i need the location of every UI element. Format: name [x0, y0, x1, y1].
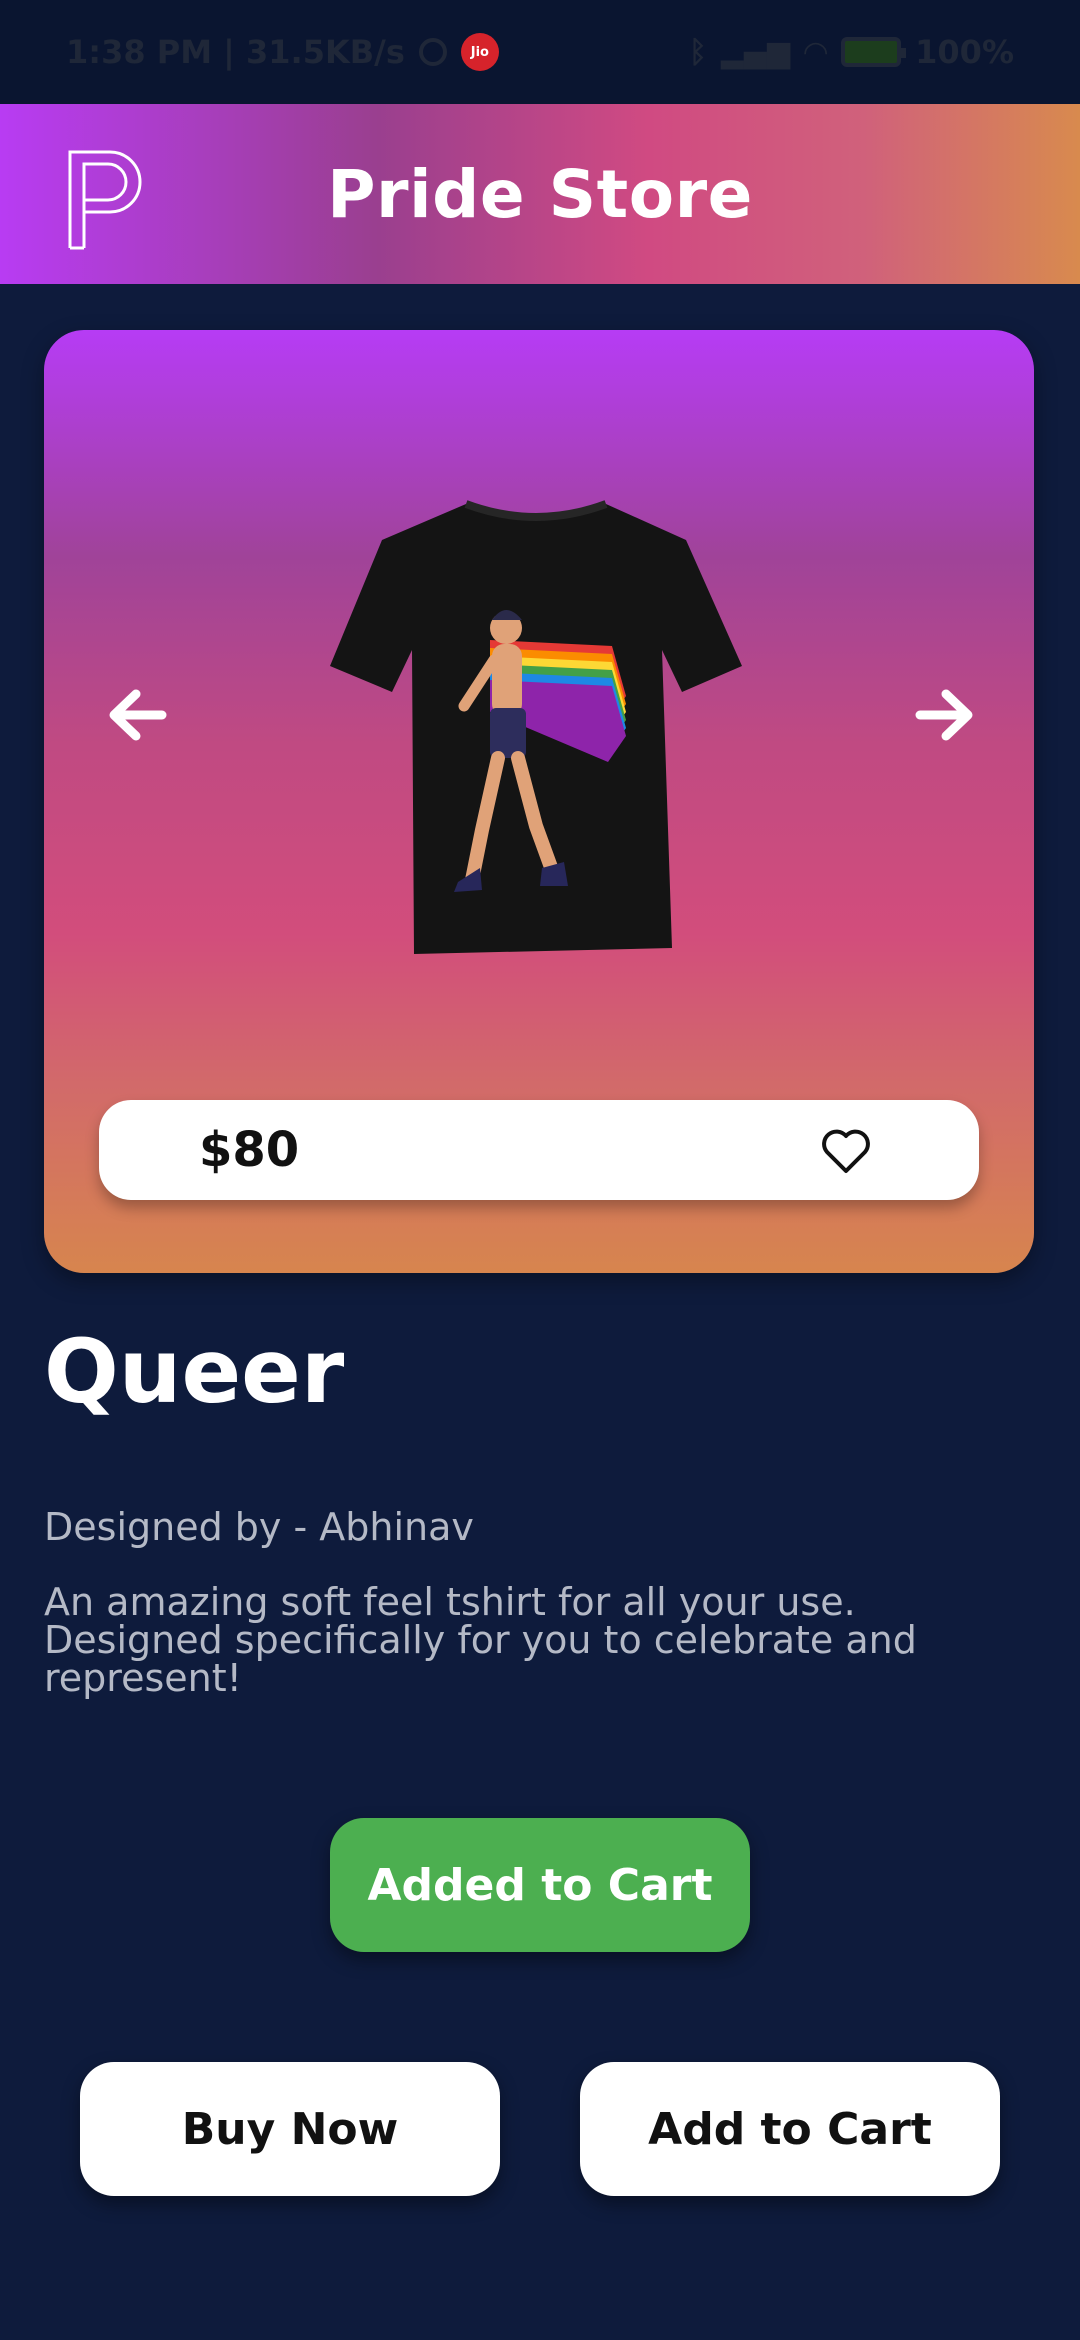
status-bar-left: 1:38 PM | 31.5KB/s Jio	[66, 33, 499, 71]
add-to-cart-button[interactable]: Add to Cart	[580, 2062, 1000, 2196]
product-description: An amazing soft feel tshirt for all your…	[44, 1580, 917, 1700]
carrier-badge: Jio	[460, 33, 499, 71]
status-bar-right: ᛒ ▂▄▆ ◠ 100%	[689, 33, 1014, 71]
wifi-icon: ◠	[804, 34, 828, 70]
signal-icon: ▂▄▆	[720, 34, 791, 70]
product-card: $80	[44, 330, 1034, 1273]
status-time-speed: 1:38 PM | 31.5KB/s	[66, 33, 405, 71]
product-designer: Designed by - Abhinav	[44, 1505, 474, 1549]
alarm-icon	[418, 38, 447, 66]
added-to-cart-button[interactable]: Added to Cart	[330, 1818, 750, 1952]
product-detail-screen: 1:38 PM | 31.5KB/s Jio ᛒ ▂▄▆ ◠ 100% Prid…	[0, 0, 1080, 2340]
status-bar: 1:38 PM | 31.5KB/s Jio ᛒ ▂▄▆ ◠ 100%	[0, 0, 1080, 104]
app-header: Pride Store	[0, 104, 1080, 284]
arrow-right-icon[interactable]	[910, 680, 980, 750]
product-name: Queer	[44, 1320, 345, 1423]
bluetooth-icon: ᛒ	[688, 34, 707, 70]
battery-percent: 100%	[915, 33, 1014, 71]
app-title: Pride Store	[327, 155, 753, 233]
p-logo-icon[interactable]	[64, 144, 148, 252]
battery-icon	[841, 37, 907, 67]
pride-tshirt-image	[330, 500, 742, 954]
arrow-left-icon[interactable]	[102, 680, 172, 750]
price-bar: $80	[99, 1100, 979, 1200]
heart-outline-icon[interactable]	[819, 1124, 873, 1178]
product-price: $80	[199, 1122, 300, 1178]
buy-now-button[interactable]: Buy Now	[80, 2062, 500, 2196]
